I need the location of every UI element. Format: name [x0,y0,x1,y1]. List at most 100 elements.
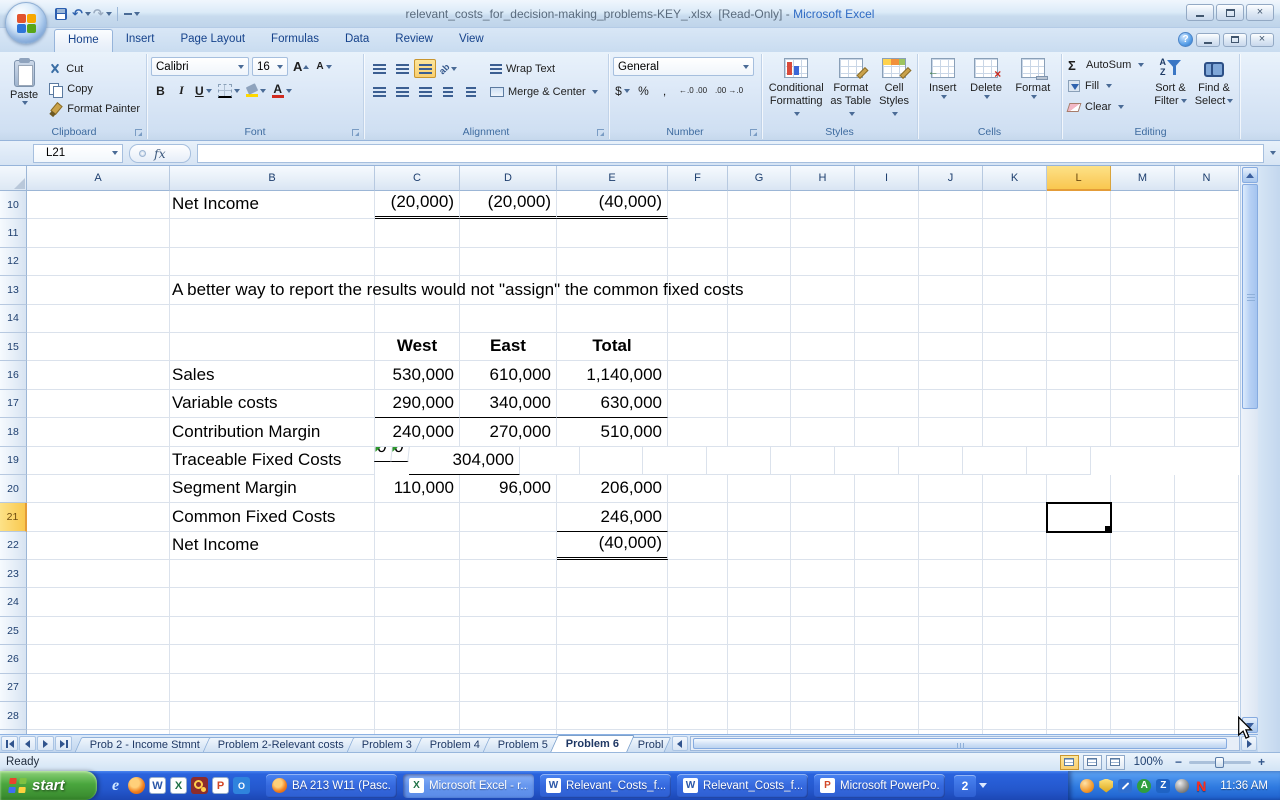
workbook-minimize-button[interactable] [1196,33,1220,47]
cell-N24[interactable] [1175,588,1239,616]
cell-N27[interactable] [1175,674,1239,702]
cell-L27[interactable] [1047,674,1111,702]
cell-D10[interactable]: (20,000) [460,191,557,219]
cell-L12[interactable] [1047,248,1111,276]
cell-B11[interactable] [170,219,375,247]
powerpoint-icon[interactable]: P [212,777,229,794]
cell-N10[interactable] [1175,191,1239,219]
cell-B21[interactable]: Common Fixed Costs [170,503,375,531]
cell-H17[interactable] [791,390,855,418]
wrap-text-button[interactable]: Wrap Text [490,59,598,78]
cell-H19[interactable] [643,447,707,475]
number-dialog-launcher[interactable] [750,129,757,136]
cell-B26[interactable] [170,645,375,673]
cell-J12[interactable] [919,248,983,276]
cell-G26[interactable] [728,645,791,673]
page-break-view-button[interactable] [1106,755,1125,770]
first-sheet-button[interactable] [1,736,18,751]
previous-sheet-button[interactable] [19,736,36,751]
taskbar-button-word-1[interactable]: WRelevant_Costs_f... [540,774,671,798]
cell-L24[interactable] [1047,588,1111,616]
ribbon-tab-home[interactable]: Home [54,29,113,53]
cell-I20[interactable] [855,475,919,503]
cell-J20[interactable] [919,475,983,503]
cell-J15[interactable] [919,333,983,361]
start-button[interactable]: start [0,771,97,800]
cell-H18[interactable] [791,418,855,446]
cell-C20[interactable]: 110,000 [375,475,460,503]
help-button[interactable]: ? [1178,32,1193,47]
middle-align-button[interactable] [391,59,413,78]
cell-I18[interactable] [855,418,919,446]
cell-K24[interactable] [983,588,1047,616]
cell-F20[interactable] [668,475,728,503]
shrink-font-button[interactable]: A [314,57,333,76]
cell-D28[interactable] [460,702,557,730]
cell-H26[interactable] [791,645,855,673]
cell-K20[interactable] [983,475,1047,503]
page-layout-view-button[interactable] [1083,755,1102,770]
cell-A14[interactable] [27,305,170,333]
vertical-scrollbar-thumb[interactable] [1242,184,1258,409]
cell-H13[interactable] [791,276,855,304]
ribbon-tab-insert[interactable]: Insert [113,28,168,52]
cell-M16[interactable] [1111,361,1175,389]
cell-D19[interactable]: 174,000 [391,447,410,462]
cell-L10[interactable] [1047,191,1111,219]
cell-M10[interactable] [1111,191,1175,219]
cell-M12[interactable] [1111,248,1175,276]
cell-K21[interactable] [983,503,1047,531]
cell-N23[interactable] [1175,560,1239,588]
percent-style-button[interactable]: % [634,81,653,100]
cell-I10[interactable] [855,191,919,219]
cell-G17[interactable] [728,390,791,418]
comma-style-button[interactable]: , [655,81,674,100]
cell-M15[interactable] [1111,333,1175,361]
cell-G15[interactable] [728,333,791,361]
cell-D18[interactable]: 270,000 [460,418,557,446]
top-align-button[interactable] [368,59,390,78]
cell-B23[interactable] [170,560,375,588]
cell-I28[interactable] [855,702,919,730]
cell-J23[interactable] [919,560,983,588]
column-header-C[interactable]: C [375,166,460,191]
cell-K26[interactable] [983,645,1047,673]
horizontal-scrollbar-thumb[interactable] [693,738,1227,749]
cell-N28[interactable] [1175,702,1239,730]
cell-A20[interactable] [27,475,170,503]
cell-L20[interactable] [1047,475,1111,503]
cell-N18[interactable] [1175,418,1239,446]
cell-E10[interactable]: (40,000) [557,191,668,219]
cell-C21[interactable] [375,503,460,531]
cell-C17[interactable]: 290,000 [375,390,460,418]
cell-G19[interactable] [580,447,643,475]
cell-K19[interactable] [835,447,899,475]
cell-I19[interactable] [707,447,771,475]
font-color-button[interactable]: A [270,81,294,100]
row-header-13[interactable]: 13 [0,276,27,304]
cell-M11[interactable] [1111,219,1175,247]
cell-G18[interactable] [728,418,791,446]
cell-I22[interactable] [855,532,919,560]
tools-icon[interactable] [1118,779,1132,793]
increase-decimal-button[interactable]: ←.0 .00 [676,81,710,100]
cell-M25[interactable] [1111,617,1175,645]
cell-J19[interactable] [771,447,835,475]
last-sheet-button[interactable] [55,736,72,751]
row-header-22[interactable]: 22 [0,532,27,560]
column-header-L[interactable]: L [1047,166,1111,191]
cell-H27[interactable] [791,674,855,702]
cell-C16[interactable]: 530,000 [375,361,460,389]
ribbon-tab-review[interactable]: Review [382,28,446,52]
increase-indent-button[interactable] [460,82,482,101]
cell-M28[interactable] [1111,702,1175,730]
cell-G12[interactable] [728,248,791,276]
row-header-11[interactable]: 11 [0,219,27,247]
cell-L17[interactable] [1047,390,1111,418]
cell-J22[interactable] [919,532,983,560]
cell-B13[interactable]: A better way to report the results would… [170,276,375,304]
cell-L11[interactable] [1047,219,1111,247]
cell-C27[interactable] [375,674,460,702]
cell-I26[interactable] [855,645,919,673]
zoom-slider[interactable] [1189,761,1251,764]
